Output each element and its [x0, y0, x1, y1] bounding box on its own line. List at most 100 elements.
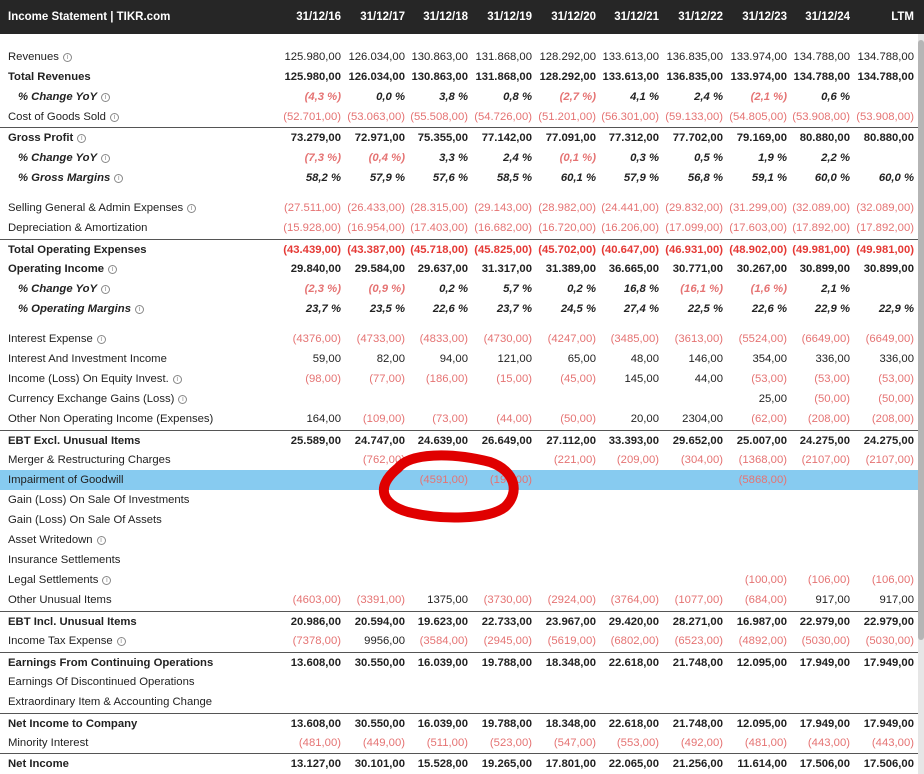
info-icon[interactable]: i — [187, 204, 197, 213]
value-cell: (106,00) — [807, 574, 850, 586]
value-cell: (5030,00) — [801, 635, 850, 647]
value-cell: 73.279,00 — [290, 132, 341, 144]
value-cell: 134.788,00 — [793, 51, 850, 63]
value-cell: 60,1 % — [560, 172, 596, 184]
value-cell: (27.511,00) — [284, 202, 341, 214]
table-row[interactable]: Operating Income i 29.840,00 29.584,00 29.63… — [0, 259, 924, 279]
value-cell — [848, 470, 914, 490]
value-cell: (2107,00) — [801, 454, 850, 466]
info-icon[interactable]: i — [108, 265, 118, 274]
scrollbar-thumb[interactable] — [918, 40, 924, 640]
value-cell: 16,8 % — [623, 283, 659, 295]
period-header[interactable]: LTM — [848, 0, 914, 34]
period-header[interactable]: 31/12/22 — [657, 0, 723, 34]
table-row[interactable]: Gross Profit i 73.279,00 72.971,00 75.355,00… — [0, 127, 924, 147]
info-icon[interactable]: i — [109, 113, 119, 122]
table-row[interactable]: Other Unusual Items (4603,00) (3391,00) 137… — [0, 590, 924, 610]
table-row[interactable]: Other Non Operating Income (Expenses) 164… — [0, 409, 924, 429]
row-label-text: Revenues — [8, 51, 59, 63]
table-row[interactable]: Merger & Restructuring Charges (762,00) (2… — [0, 450, 924, 470]
table-row[interactable]: Currency Exchange Gains (Loss) i 25,00 (50,… — [0, 389, 924, 409]
period-header[interactable]: 31/12/19 — [466, 0, 532, 34]
table-row[interactable]: Interest And Investment Income 59,00 82,00… — [0, 349, 924, 369]
value-cell — [530, 570, 596, 590]
value-cell: (53,00) — [751, 373, 787, 385]
info-icon[interactable]: i — [178, 395, 188, 404]
value-cell — [466, 692, 532, 712]
value-cell — [339, 692, 405, 712]
table-row[interactable]: % Gross Margins i 58,2 % 57,9 % 57,6 % 58,5 %… — [0, 168, 924, 188]
value-cell: 24.275,00 — [863, 435, 914, 447]
value-cell — [848, 279, 914, 299]
row-label-text: Selling General & Admin Expenses — [8, 202, 184, 214]
value-cell — [275, 692, 341, 712]
value-cell: (4376,00) — [292, 333, 341, 345]
info-icon[interactable]: i — [101, 93, 111, 102]
info-icon[interactable]: i — [96, 536, 106, 545]
table-row[interactable]: Earnings Of Discontinued Operations — [0, 672, 924, 692]
table-row[interactable]: Cost of Goods Sold i (52.701,00) (53.063,00… — [0, 107, 924, 127]
table-row[interactable]: Net Income 13.127,00 30.101,00 15.528,00 19.… — [0, 753, 924, 773]
value-cell — [466, 450, 532, 470]
table-row[interactable]: % Change YoY i (7,3 %) (0,4 %) 3,3 % 2,4 % (0,… — [0, 148, 924, 168]
value-cell: 29.637,00 — [417, 263, 468, 275]
table-row[interactable]: % Change YoY i (2,3 %) (0,9 %) 0,2 % 5,7 % 0,2… — [0, 279, 924, 299]
table-row[interactable]: Selling General & Admin Expenses i (27.511… — [0, 198, 924, 218]
info-icon[interactable]: i — [77, 134, 87, 143]
table-row[interactable]: Revenues i 125.980,00 126.034,00 130.863,00 1… — [0, 47, 924, 67]
info-icon[interactable]: i — [172, 375, 182, 384]
table-row[interactable]: Minority Interest (481,00) (449,00) (511,00… — [0, 733, 924, 753]
table-row[interactable]: Interest Expense i (4376,00) (4733,00) (4833… — [0, 329, 924, 349]
table-row[interactable]: % Operating Margins i 23,7 % 23,5 % 22,6 % 23… — [0, 299, 924, 319]
table-row[interactable]: Insurance Settlements — [0, 550, 924, 570]
info-icon[interactable]: i — [101, 154, 111, 163]
info-icon[interactable]: i — [101, 285, 111, 294]
table-row[interactable]: Earnings From Continuing Operations 13.60… — [0, 652, 924, 672]
value-cell: (7,3 %) — [304, 152, 341, 164]
table-row[interactable]: Income (Loss) On Equity Invest. i (98,00) (… — [0, 369, 924, 389]
period-header[interactable]: 31/12/20 — [530, 0, 596, 34]
table-row[interactable]: Net Income to Company 13.608,00 30.550,00 1… — [0, 713, 924, 733]
info-icon[interactable]: i — [96, 335, 106, 344]
row-label-text: % Change YoY — [18, 152, 98, 164]
table-row[interactable]: Gain (Loss) On Sale Of Assets — [0, 510, 924, 530]
value-cell: 16.039,00 — [417, 657, 468, 669]
value-cell: (40.647,00) — [601, 244, 659, 256]
period-header[interactable]: 31/12/18 — [402, 0, 468, 34]
value-cell: 12.095,00 — [736, 718, 787, 730]
table-row[interactable]: Total Operating Expenses (43.439,00) (43.3… — [0, 239, 924, 259]
row-label-text: Interest Expense — [8, 333, 93, 345]
info-icon[interactable]: i — [102, 576, 112, 585]
table-row[interactable]: Total Revenues 125.980,00 126.034,00 130.86… — [0, 67, 924, 87]
value-cell: 11.614,00 — [737, 758, 787, 770]
table-row[interactable]: EBT Excl. Unusual Items 25.589,00 24.747,0… — [0, 430, 924, 450]
table-row[interactable]: Income Tax Expense i (7378,00) 9956,00 (3584… — [0, 631, 924, 651]
info-icon[interactable]: i — [62, 53, 72, 62]
period-header[interactable]: 31/12/21 — [593, 0, 659, 34]
value-cell: 19.788,00 — [481, 718, 532, 730]
table-row[interactable]: Extraordinary Item & Accounting Change — [0, 692, 924, 712]
table-row[interactable]: Depreciation & Amortization (15.928,00) (1… — [0, 218, 924, 238]
value-cell — [466, 672, 532, 692]
table-row[interactable]: Legal Settlements i (100,00) (106,00) (106,0… — [0, 570, 924, 590]
table-row[interactable]: Gain (Loss) On Sale Of Investments — [0, 490, 924, 510]
info-icon[interactable]: i — [116, 637, 126, 646]
table-row[interactable]: Impairment of Goodwill (4591,00) (193,00) (… — [0, 470, 924, 490]
table-row[interactable]: Asset Writedown i — [0, 530, 924, 550]
period-header[interactable]: 31/12/24 — [784, 0, 850, 34]
info-icon[interactable]: i — [114, 174, 124, 183]
value-cell: 24.639,00 — [417, 435, 468, 447]
value-cell: 29.840,00 — [290, 263, 341, 275]
row-label: % Operating Margins i — [8, 299, 144, 319]
value-cell: 133.974,00 — [730, 71, 787, 83]
value-cell: (59.133,00) — [665, 111, 723, 123]
table-row[interactable]: EBT Incl. Unusual Items 20.986,00 20.594,0… — [0, 611, 924, 631]
table-row[interactable]: % Change YoY i (4,3 %) 0,0 % 3,8 % 0,8 % (2,7 … — [0, 87, 924, 107]
period-header[interactable]: 31/12/16 — [275, 0, 341, 34]
period-header[interactable]: 31/12/17 — [339, 0, 405, 34]
period-header[interactable]: 31/12/23 — [721, 0, 787, 34]
value-cell: (16,1 %) — [680, 283, 723, 295]
value-cell: 20.986,00 — [290, 616, 341, 628]
value-cell: 1,9 % — [758, 152, 787, 164]
info-icon[interactable]: i — [135, 305, 144, 314]
